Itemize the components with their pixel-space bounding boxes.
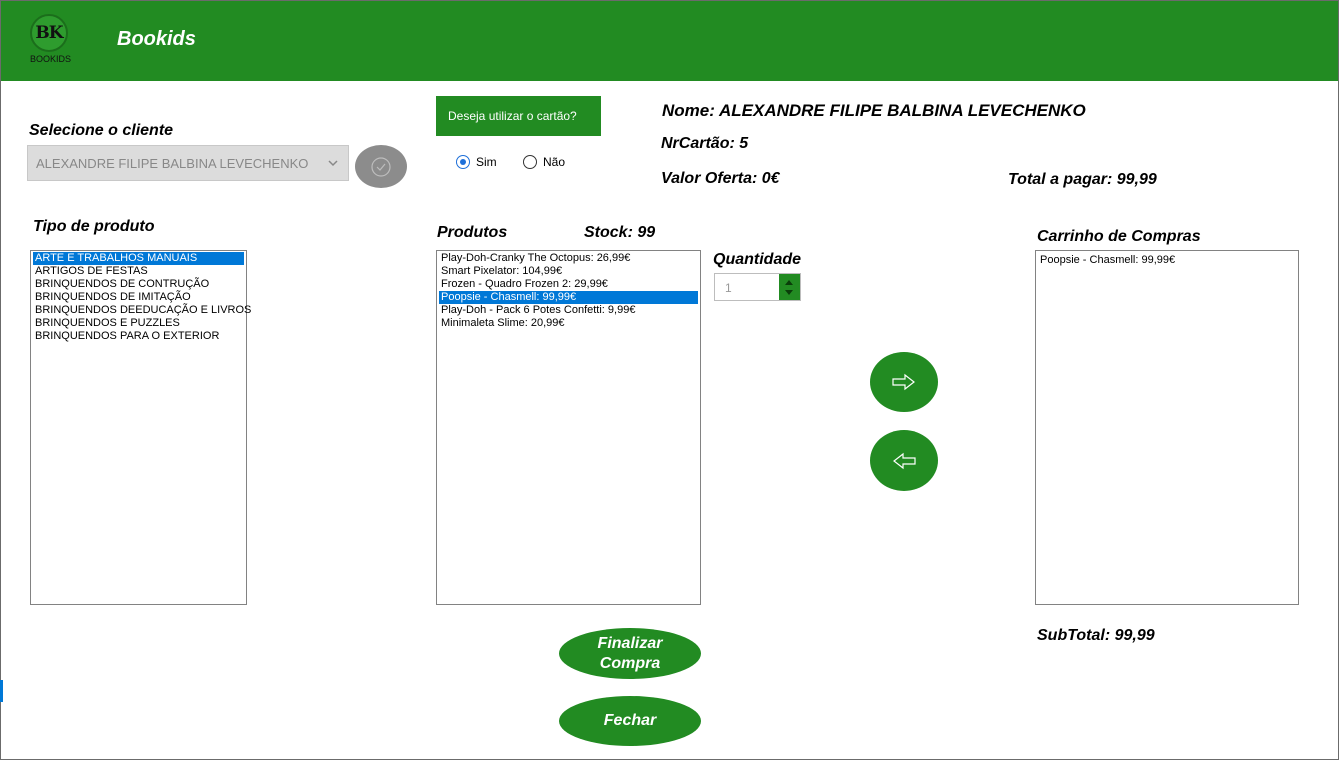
radio-sim-label: Sim [476,155,497,169]
arrow-right-icon [892,373,915,391]
radio-nao-label: Não [543,155,566,169]
total-to-pay: Total a pagar: 99,99 [1008,171,1157,188]
subtotal: SubTotal: 99,99 [1037,627,1155,644]
products-label: Produtos [437,224,508,241]
list-item[interactable]: Play-Doh - Pack 6 Potes Confetti: 9,99€ [439,304,698,317]
close-button-label: Fechar [603,712,657,729]
products-list[interactable]: Play-Doh-Cranky The Octopus: 26,99€ Smar… [436,250,701,605]
add-to-cart-button[interactable] [870,352,938,412]
client-select-value: ALEXANDRE FILIPE BALBINA LEVECHENKO [36,156,309,171]
app-header: BK BOOKIDS Bookids [1,1,1338,81]
remove-from-cart-button[interactable] [870,430,938,491]
list-item[interactable]: Poopsie - Chasmell: 99,99€ [439,291,698,304]
list-item[interactable]: Minimaleta Slime: 20,99€ [439,317,698,330]
finalize-line2: Compra [599,654,661,672]
list-item[interactable]: BRINQUENDOS DE IMITAÇÃO [33,291,244,304]
stepper-down-icon[interactable] [785,290,793,295]
radio-nao[interactable]: Não [523,155,565,169]
close-button[interactable]: Fechar [559,696,701,746]
list-item[interactable]: ARTIGOS DE FESTAS [33,265,244,278]
client-select[interactable]: ALEXANDRE FILIPE BALBINA LEVECHENKO [27,145,349,181]
list-item[interactable]: BRINQUENDOS PARA O EXTERIOR [33,330,244,343]
use-card-question: Deseja utilizar o cartão? [436,96,601,136]
finalize-purchase-button[interactable]: Finalizar Compra [559,628,701,679]
card-number: NrCartão: 5 [661,135,749,152]
stepper-buttons [779,274,800,300]
list-item[interactable]: Smart Pixelator: 104,99€ [439,265,698,278]
list-item[interactable]: Play-Doh-Cranky The Octopus: 26,99€ [439,252,698,265]
client-name: Nome: ALEXANDRE FILIPE BALBINA LEVECHENK… [662,101,1086,120]
logo-mark: BK [30,14,68,52]
radio-sim[interactable]: Sim [456,155,497,169]
product-type-label: Tipo de produto [33,218,155,235]
list-item[interactable]: BRINQUENDOS DEEDUCAÇÃO E LIVROS [33,304,251,317]
stepper-up-icon[interactable] [785,280,793,285]
radio-nao-dot [523,155,537,169]
check-circle-icon [371,156,391,177]
list-item[interactable]: Poopsie - Chasmell: 99,99€ [1038,254,1296,267]
cart-label: Carrinho de Compras [1037,228,1201,245]
chevron-down-icon [328,158,338,170]
list-item[interactable]: ARTE E TRABALHOS MANUAIS [33,252,244,265]
stock-label: Stock: 99 [584,224,656,241]
window-edge-highlight [0,680,3,702]
finalize-line1: Finalizar [597,634,663,652]
logo-subtitle: BOOKIDS [30,54,72,64]
logo: BK BOOKIDS [30,14,72,70]
offer-value: Valor Oferta: 0€ [661,170,780,187]
quantity-label: Quantidade [713,251,802,268]
quantity-stepper[interactable]: 1 [714,273,801,301]
client-label: Selecione o cliente [29,122,174,139]
list-item[interactable]: BRINQUENDOS DE CONTRUÇÃO [33,278,244,291]
quantity-value: 1 [725,281,732,295]
product-type-list[interactable]: ARTE E TRABALHOS MANUAIS ARTIGOS DE FEST… [30,250,251,605]
list-item[interactable]: BRINQUENDOS E PUZZLES [33,317,244,330]
app-title: Bookids [117,28,196,50]
confirm-client-button[interactable] [355,145,407,188]
cart-list[interactable]: Poopsie - Chasmell: 99,99€ [1035,250,1299,605]
list-item[interactable]: Frozen - Quadro Frozen 2: 29,99€ [439,278,698,291]
arrow-left-icon [893,452,916,469]
radio-sim-dot [456,155,470,169]
